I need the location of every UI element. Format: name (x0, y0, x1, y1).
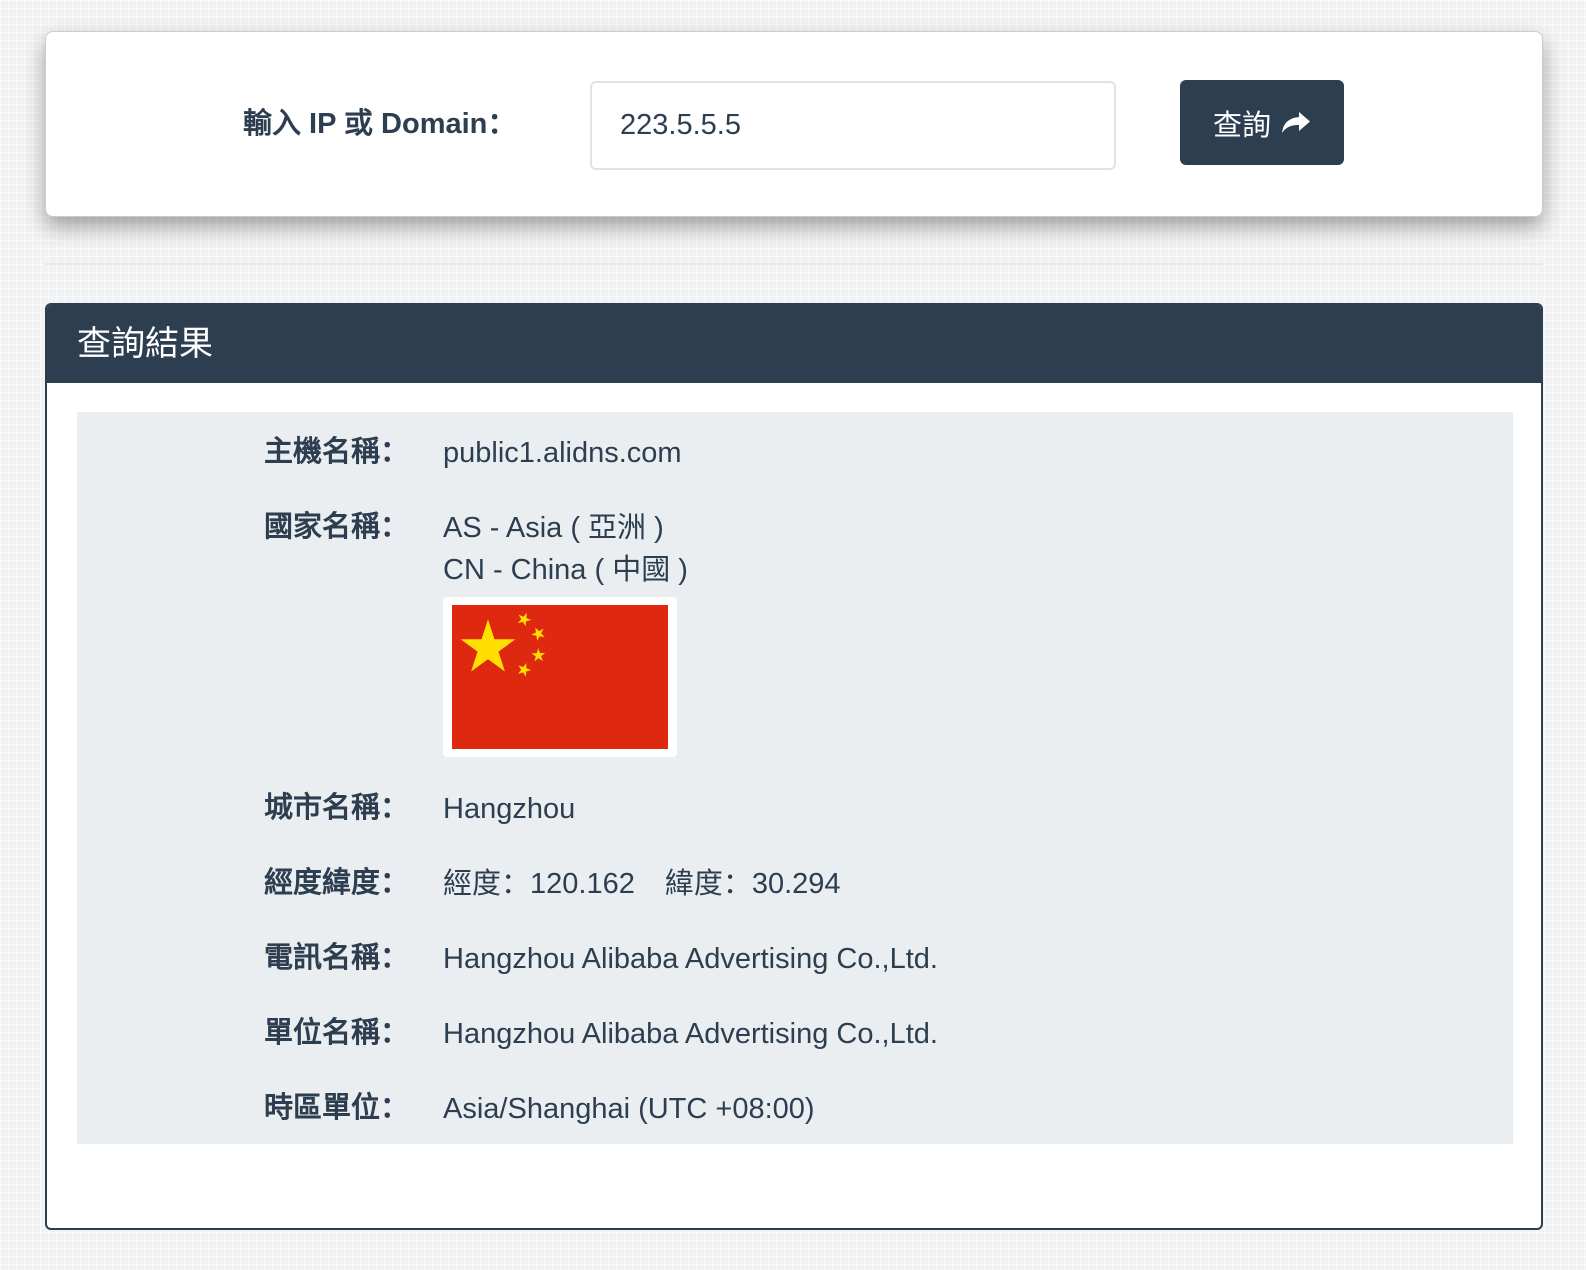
organization-value: Hangzhou Alibaba Advertising Co.,Ltd. (443, 1018, 938, 1050)
flag-frame (443, 597, 677, 757)
isp-label: 電訊名稱： (264, 942, 410, 974)
coordinates-label: 經度緯度： (264, 867, 410, 899)
result-title: 查詢結果 (47, 305, 1541, 383)
hostname-value: public1.alidns.com (443, 437, 682, 469)
result-panel: 主機名稱： public1.alidns.com 國家名稱： AS - Asia… (77, 412, 1513, 1144)
share-arrow-icon (1281, 111, 1311, 135)
country-label: 國家名稱： (264, 511, 410, 543)
isp-value: Hangzhou Alibaba Advertising Co.,Ltd. (443, 943, 938, 975)
longitude-value: 經度：120.162 (443, 868, 635, 900)
search-card: 輸入 IP 或 Domain： 查詢 (45, 31, 1543, 217)
hostname-label: 主機名稱： (264, 436, 410, 468)
ip-domain-input[interactable] (590, 81, 1116, 170)
city-value: Hangzhou (443, 793, 576, 825)
latitude-value: 緯度：30.294 (664, 868, 841, 900)
divider (45, 263, 1543, 265)
country-name-value: CN - China ( 中國 ) (443, 554, 688, 586)
city-label: 城市名稱： (264, 792, 410, 824)
result-card: 查詢結果 主機名稱： public1.alidns.com 國家名稱： AS -… (45, 303, 1543, 1230)
search-label: 輸入 IP 或 Domain： (243, 108, 517, 140)
timezone-value: Asia/Shanghai (UTC +08:00) (443, 1093, 815, 1125)
timezone-label: 時區單位： (264, 1092, 410, 1124)
coordinates-value: 經度：120.162 緯度：30.294 (443, 863, 841, 905)
continent-value: AS - Asia ( 亞洲 ) (443, 512, 664, 544)
query-button[interactable]: 查詢 (1180, 80, 1344, 165)
query-button-label: 查詢 (1212, 109, 1271, 142)
country-value: AS - Asia ( 亞洲 ) CN - China ( 中國 ) (443, 507, 688, 757)
china-flag-icon (452, 605, 668, 749)
organization-label: 單位名稱： (264, 1017, 410, 1049)
